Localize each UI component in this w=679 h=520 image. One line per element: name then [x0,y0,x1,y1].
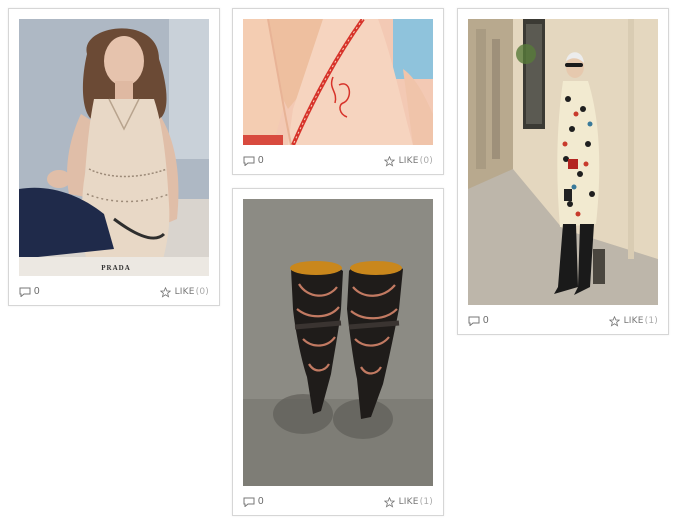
fashion-photo-image [243,199,433,486]
like-label: LIKE [398,156,419,166]
fashion-photo-image [243,19,433,145]
like-label: LIKE [623,316,644,326]
speech-bubble-icon [468,316,480,326]
photo-card: 0 LIKE (1) [457,8,669,335]
photo-card: 0 LIKE (1) [232,188,444,516]
brand-caption: PRADA [101,264,131,272]
card-footer: 0 LIKE (1) [468,314,658,328]
card-footer: 0 LIKE (0) [19,285,209,299]
like-count: (1) [419,497,433,507]
like-button[interactable]: LIKE (0) [159,285,209,299]
comment-count: 0 [258,496,264,507]
fashion-photo-image [468,19,658,305]
card-footer: 0 LIKE (1) [243,495,433,509]
photo-thumbnail[interactable] [243,199,433,486]
photo-thumbnail[interactable] [243,19,433,145]
photo-card: PRADA 0 LIKE (0) [8,8,220,306]
like-label: LIKE [398,497,419,507]
comment-button[interactable]: 0 [243,495,264,509]
photo-card: 0 LIKE (0) [232,8,444,175]
comment-button[interactable]: 0 [19,285,40,299]
like-count: (0) [195,287,209,297]
like-button[interactable]: LIKE (1) [383,495,433,509]
comment-button[interactable]: 0 [243,154,264,168]
star-icon [383,496,395,508]
speech-bubble-icon [19,287,31,297]
fashion-photo-image: PRADA [19,19,209,276]
speech-bubble-icon [243,156,255,166]
comment-count: 0 [34,286,40,297]
comment-button[interactable]: 0 [468,314,489,328]
like-button[interactable]: LIKE (0) [383,154,433,168]
photo-thumbnail[interactable]: PRADA [19,19,209,276]
speech-bubble-icon [243,497,255,507]
comment-count: 0 [483,315,489,326]
card-footer: 0 LIKE (0) [243,154,433,168]
like-label: LIKE [174,287,195,297]
star-icon [608,315,620,327]
like-count: (0) [419,156,433,166]
like-count: (1) [644,316,658,326]
star-icon [159,286,171,298]
comment-count: 0 [258,155,264,166]
star-icon [383,155,395,167]
photo-thumbnail[interactable] [468,19,658,305]
like-button[interactable]: LIKE (1) [608,314,658,328]
